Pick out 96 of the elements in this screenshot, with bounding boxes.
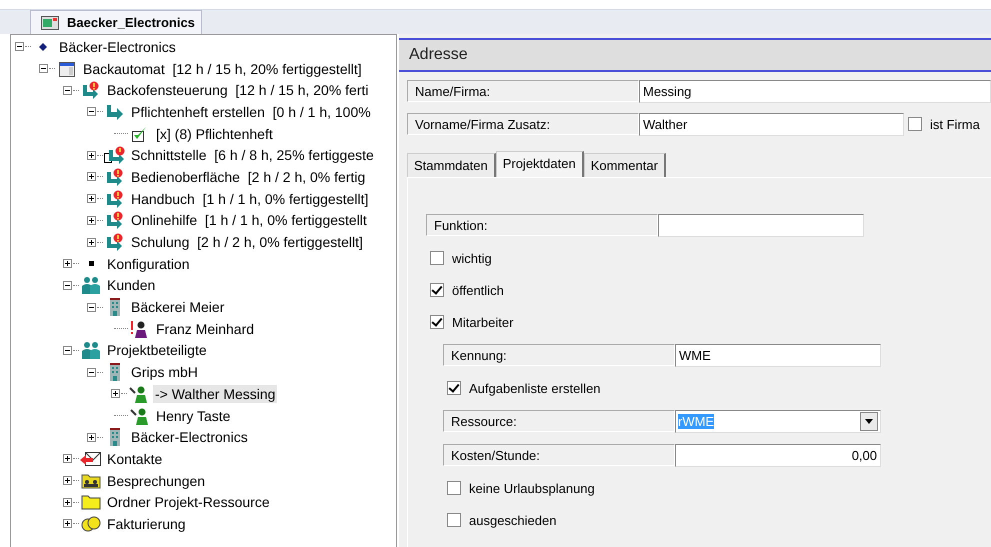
folder-icon — [81, 494, 101, 510]
field-label: Name/Firma: — [407, 80, 639, 102]
first-name-field[interactable]: Walther — [639, 112, 904, 136]
field-label: Ressource: — [443, 410, 675, 432]
tree-item[interactable]: Bäcker-Electronics — [129, 428, 250, 446]
tree-item[interactable]: Grips mbH — [129, 363, 200, 382]
arrow-alert-icon — [106, 168, 124, 186]
tree-item[interactable]: Schulung [2 h / 2 h, 0% fertiggestellt] — [129, 233, 365, 252]
collapse-icon[interactable] — [87, 107, 96, 116]
field-label: Kosten/Stunde: — [443, 444, 675, 466]
building-icon — [109, 428, 121, 446]
tree-item[interactable]: Ordner Projekt-Ressource — [105, 493, 272, 512]
people-icon — [81, 276, 101, 294]
expand-icon[interactable] — [87, 194, 96, 204]
tree-item[interactable]: Schnittstelle [6 h / 8 h, 25% fertiggeste — [129, 146, 376, 164]
tree-item[interactable]: Besprechungen — [105, 472, 208, 490]
window-icon — [59, 60, 75, 77]
checkbox-label: wichtig — [452, 250, 492, 266]
worker-icon — [129, 384, 149, 403]
tree-item[interactable]: Projektbeteiligte — [105, 341, 209, 360]
diamond-icon — [39, 42, 47, 51]
name-field[interactable]: Messing — [639, 80, 991, 102]
checkbox[interactable] — [430, 315, 444, 329]
tree-item[interactable]: Kunden — [105, 276, 158, 294]
collapse-icon[interactable] — [63, 86, 72, 95]
expand-icon[interactable] — [63, 476, 72, 486]
folder-people-icon — [81, 472, 101, 489]
expand-icon[interactable] — [87, 150, 96, 160]
tree-item[interactable]: Fakturierung — [105, 514, 188, 533]
expand-icon[interactable] — [87, 172, 96, 182]
field-label: Funktion: — [426, 214, 658, 236]
expand-icon[interactable] — [63, 498, 72, 507]
building-icon — [109, 363, 121, 382]
arrow-alert-icon — [82, 81, 100, 100]
expand-icon[interactable] — [63, 454, 72, 464]
document-arrow-icon — [104, 146, 126, 164]
caret-icon — [865, 418, 873, 424]
tree-item[interactable]: Kontakte — [105, 450, 164, 468]
panel-title: Adresse — [409, 46, 468, 64]
tab[interactable]: Kommentar — [584, 153, 666, 177]
checkbox-label: Aufgabenliste erstellen — [469, 380, 601, 396]
document-tab[interactable]: Baecker_Electronics — [30, 10, 202, 34]
tree-item[interactable]: Onlinehilfe [1 h / 1 h, 0% fertiggestellt — [129, 211, 369, 230]
checkbox[interactable] — [908, 117, 922, 131]
arrow-alert-icon — [106, 233, 124, 252]
input-field[interactable] — [658, 214, 864, 236]
tree-item[interactable]: Bäcker-Electronics — [57, 38, 178, 56]
collapse-icon[interactable] — [87, 302, 96, 312]
arrow-icon — [106, 104, 124, 120]
checkbox[interactable] — [430, 283, 444, 297]
checkbox[interactable] — [447, 513, 461, 527]
tree-item[interactable]: Backautomat [12 h / 15 h, 20% fertiggestellt] — [81, 60, 364, 78]
field-label: Kennung: — [443, 344, 675, 366]
input-field[interactable]: WME — [675, 344, 881, 366]
building-icon — [109, 298, 121, 316]
tree-item[interactable]: [x] (8) Pflichtenheft — [154, 124, 275, 143]
checkbox-label: keine Urlaubsplanung — [469, 480, 595, 496]
tree-item[interactable]: Backofensteuerung [12 h / 15 h, 20% ferti — [105, 81, 371, 100]
worker-icon — [130, 406, 150, 425]
field-label: Vorname/Firma Zusatz: — [407, 113, 639, 135]
input-field[interactable]: 0,00 — [675, 444, 881, 466]
tab[interactable]: Stammdaten — [407, 153, 496, 177]
collapse-icon[interactable] — [63, 280, 72, 290]
expand-icon[interactable] — [87, 432, 96, 442]
checkbox-label: Mitarbeiter — [452, 314, 514, 330]
tree-item[interactable]: Henry Taste — [154, 406, 232, 425]
checkbox-label: öffentlich — [452, 282, 504, 298]
envelope-arrow-icon — [80, 450, 102, 467]
collapse-icon[interactable] — [39, 64, 48, 74]
checkbox-label: ausgeschieden — [469, 512, 556, 528]
checkbox[interactable] — [430, 251, 444, 265]
expand-icon[interactable] — [111, 389, 120, 398]
tree-item[interactable]: Bäckerei Meier — [129, 298, 226, 316]
expand-icon[interactable] — [87, 238, 96, 247]
tree-item[interactable]: Konfiguration — [105, 254, 192, 273]
collapse-icon[interactable] — [15, 42, 24, 52]
tree-item[interactable]: -> Walther Messing — [153, 384, 278, 403]
tree-item[interactable]: Bedienoberfläche [2 h / 2 h, 0% fertig — [129, 168, 368, 186]
tree-item[interactable]: Handbuch [1 h / 1 h, 0% fertiggestellt] — [129, 190, 370, 208]
checkbox[interactable] — [447, 481, 461, 495]
tree-item[interactable]: Pflichtenheft erstellen [0 h / 1 h, 100% — [129, 102, 373, 121]
arrow-alert-icon — [106, 211, 124, 230]
checkbox[interactable] — [447, 381, 461, 395]
people-icon — [81, 341, 101, 360]
window-icon — [41, 16, 59, 30]
expand-icon[interactable] — [87, 216, 96, 225]
checkbox-label: ist Firma — [930, 116, 980, 132]
collapse-icon[interactable] — [63, 346, 72, 355]
arrow-alert-icon — [106, 190, 124, 208]
expand-icon[interactable] — [63, 519, 72, 528]
collapse-icon[interactable] — [87, 368, 96, 377]
coins-icon — [81, 516, 101, 532]
expand-icon[interactable] — [63, 259, 72, 268]
tree-item[interactable]: Franz Meinhard — [154, 320, 256, 338]
tab[interactable]: Projektdaten — [496, 151, 584, 177]
person-alert-icon — [130, 320, 150, 338]
